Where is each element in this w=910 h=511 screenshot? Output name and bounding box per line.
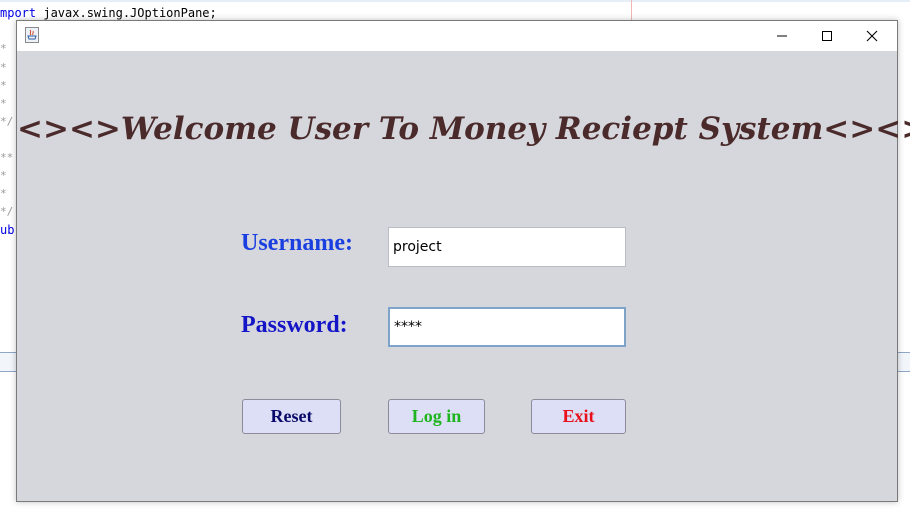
minimize-icon	[777, 35, 787, 37]
import-text: javax.swing.JOptionPane;	[36, 6, 217, 20]
java-app-icon	[25, 27, 39, 43]
window-titlebar[interactable]	[17, 21, 897, 51]
editor-top-border	[0, 0, 910, 2]
username-label: Username:	[241, 230, 353, 256]
import-keyword: mport	[0, 6, 37, 20]
maximize-button[interactable]	[805, 21, 850, 51]
close-button[interactable]	[850, 21, 895, 51]
password-input[interactable]	[388, 307, 626, 347]
welcome-heading: <><>Welcome User To Money Reciept System…	[17, 111, 910, 147]
minimize-button[interactable]	[760, 21, 805, 51]
comment-mark: *	[0, 169, 7, 182]
close-icon	[866, 30, 878, 42]
comment-mark: **	[0, 151, 14, 164]
comment-mark: *	[0, 79, 7, 92]
code-keyword-fragment: ub	[0, 223, 15, 237]
editor-right-margin-line	[631, 0, 632, 22]
comment-mark: *	[0, 187, 7, 200]
login-form: <><>Welcome User To Money Reciept System…	[17, 51, 910, 501]
login-button[interactable]: Log in	[388, 399, 485, 434]
login-window: <><>Welcome User To Money Reciept System…	[16, 20, 910, 502]
comment-mark: *	[0, 61, 7, 74]
exit-button[interactable]: Exit	[531, 399, 626, 434]
reset-button[interactable]: Reset	[242, 399, 341, 434]
comment-mark: */	[0, 115, 14, 128]
code-line-import[interactable]: mport javax.swing.JOptionPane;	[0, 6, 217, 20]
password-label: Password:	[241, 312, 348, 338]
comment-mark: *	[0, 42, 7, 55]
comment-mark: *	[0, 97, 7, 110]
username-input[interactable]	[388, 227, 626, 267]
comment-mark: */	[0, 205, 14, 218]
maximize-icon	[822, 31, 832, 41]
